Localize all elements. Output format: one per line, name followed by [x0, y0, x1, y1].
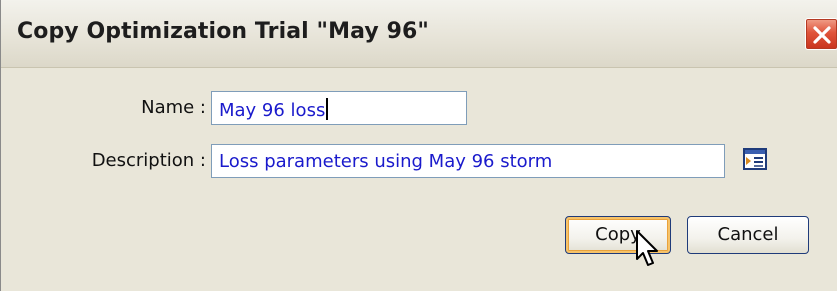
dialog-title: Copy Optimization Trial "May 96" — [17, 19, 429, 44]
text-editor-icon — [743, 148, 767, 170]
mouse-pointer-icon — [636, 230, 658, 266]
close-icon — [813, 26, 831, 44]
name-field[interactable]: May 96 loss — [211, 91, 467, 125]
description-field[interactable]: Loss parameters using May 96 storm — [211, 144, 725, 178]
close-button[interactable] — [805, 18, 837, 50]
description-value: Loss parameters using May 96 storm — [219, 151, 553, 172]
cancel-button[interactable]: Cancel — [687, 216, 809, 254]
copy-optimization-trial-dialog: Copy Optimization Trial "May 96" Name : … — [0, 0, 837, 291]
name-label: Name : — [141, 97, 206, 118]
title-bar[interactable]: Copy Optimization Trial "May 96" — [1, 0, 837, 68]
description-label: Description : — [91, 150, 206, 171]
description-editor-button[interactable] — [743, 148, 767, 170]
text-caret — [326, 98, 329, 120]
name-value: May 96 loss — [219, 100, 326, 121]
